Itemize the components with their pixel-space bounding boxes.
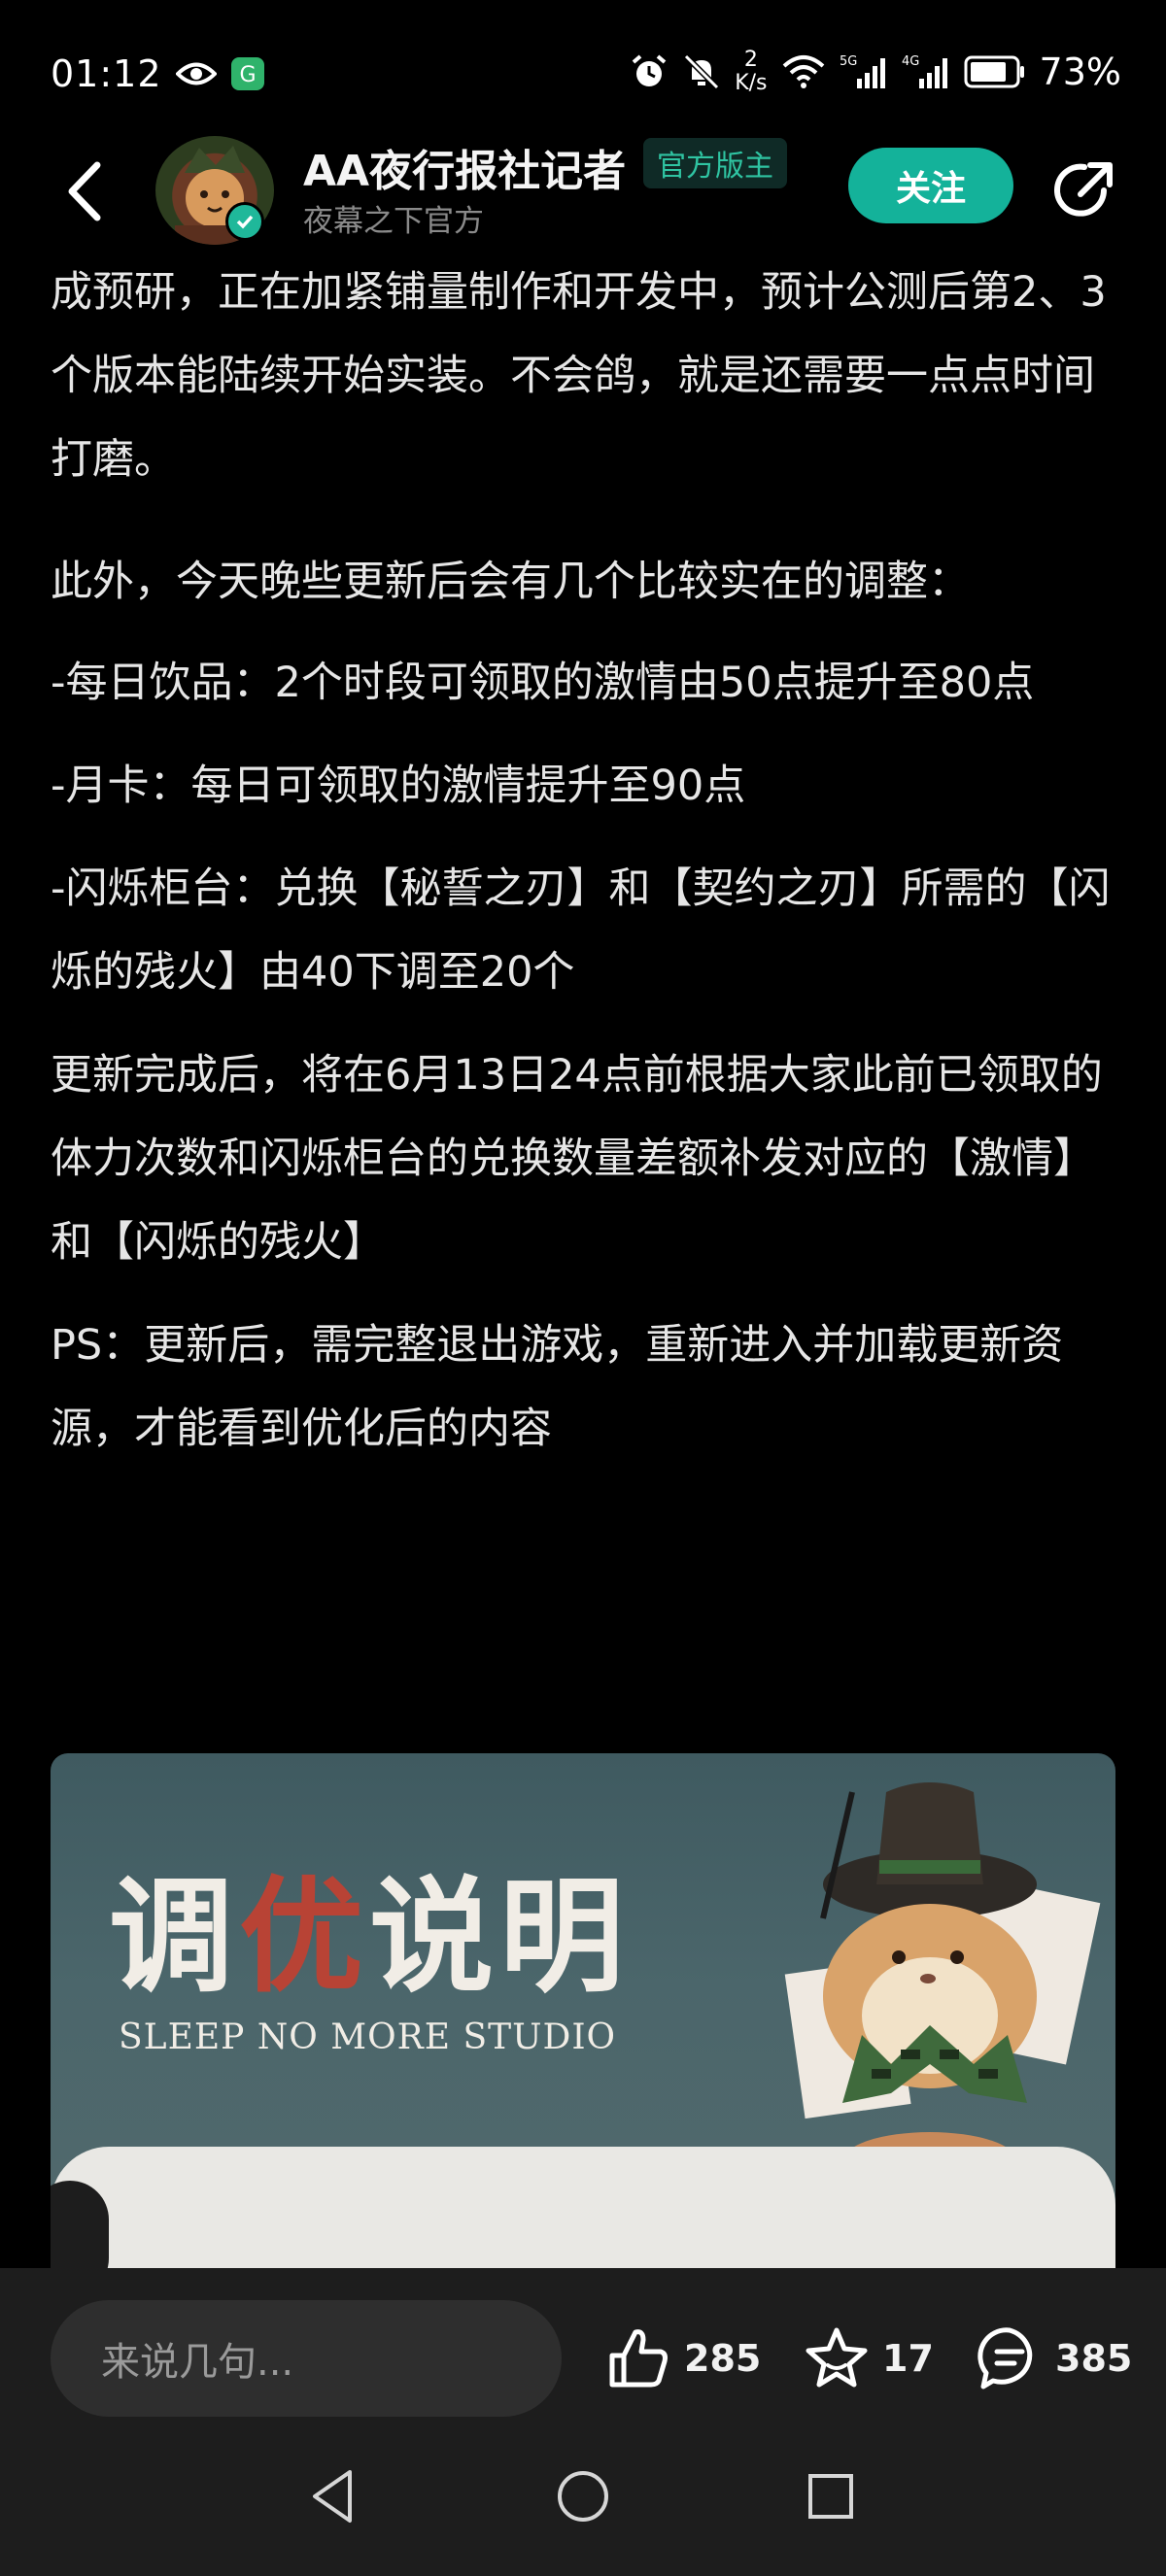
share-icon[interactable] (1049, 155, 1117, 223)
network-speed: 2 K/s (735, 49, 767, 95)
app-notification-icon: G (230, 57, 264, 90)
comment-bubble-icon (977, 2327, 1033, 2390)
article-list-item: -闪烁柜台：兑换【秘誓之刃】和【契约之刃】所需的【闪烁的残火】由40下调至20个 (51, 864, 1111, 997)
comment-input[interactable]: 来说几句... (51, 2300, 562, 2417)
hamster-mascot-illustration (784, 1782, 1101, 2190)
nav-back-icon[interactable] (301, 2462, 369, 2530)
article-paragraph: 此外，今天晚些更新后会有几个比较实在的调整： (51, 558, 970, 606)
article-body: 成预研，正在加紧铺量制作和开发中，预计公测后第2、3个版本能陆续开始实装。不会鸽… (51, 251, 1129, 1471)
banner-subtitle: SLEEP NO MORE STUDIO (119, 2017, 617, 2057)
like-button[interactable]: 285 (604, 2324, 761, 2392)
battery-icon (964, 55, 1024, 88)
article-list-item: -每日饮品：2个时段可领取的激情由50点提升至80点 (51, 659, 1035, 707)
follow-button[interactable]: 关注 (848, 148, 1013, 223)
signal-4g-label: 4G (902, 54, 919, 69)
star-icon (806, 2327, 868, 2388)
signal-5g-label: 5G (840, 54, 857, 69)
article-paragraph: PS：更新后，需完整退出游戏，重新进入并加载更新资源，才能看到优化后的内容 (51, 1321, 1064, 1453)
thumbs-up-icon (609, 2329, 668, 2388)
banner-title-accent: 优 (239, 1864, 370, 2010)
banner-title: 调优说明 (109, 1836, 630, 2016)
svg-text:G: G (239, 63, 256, 87)
author-name[interactable]: AA夜行报社记者 (303, 136, 626, 198)
status-right: 2 K/s 5G 4G 73% (630, 49, 1121, 95)
official-moderator-tag: 官方版主 (643, 138, 787, 188)
wifi-icon (782, 55, 824, 88)
status-time: 01:12 (51, 52, 162, 95)
signal-4g-icon: 4G (902, 54, 947, 88)
banner-title-part: 调 (109, 1864, 240, 2010)
favorite-button[interactable]: 17 (803, 2324, 934, 2392)
article-banner-image[interactable]: 调优说明 SLEEP NO MORE STUDIO (51, 1753, 1115, 2268)
banner-paper-panel (51, 2147, 1115, 2268)
author-subtitle: 夜幕之下官方 (303, 204, 484, 239)
signal-5g-icon: 5G (840, 54, 885, 88)
nav-recents-icon[interactable] (797, 2462, 865, 2530)
article-paragraph: 更新完成后，将在6月13日24点前根据大家此前已领取的体力次数和闪烁柜台的兑换数… (51, 1051, 1103, 1267)
network-speed-value: 2 (743, 48, 758, 72)
system-nav-bar (0, 2423, 1166, 2576)
comment-button[interactable]: 385 (976, 2324, 1132, 2392)
status-left: 01:12 G (51, 52, 265, 95)
verified-badge-icon (225, 202, 264, 241)
article-paragraph: 成预研，正在加紧铺量制作和开发中，预计公测后第2、3个版本能陆续开始实装。不会鸽… (51, 268, 1107, 484)
banner-title-part: 说明 (369, 1864, 631, 2010)
comment-count: 385 (1055, 2337, 1133, 2380)
network-speed-unit: K/s (735, 71, 768, 95)
eye-icon (175, 62, 217, 85)
favorite-count: 17 (882, 2337, 934, 2380)
battery-percent: 73% (1039, 51, 1121, 93)
post-header: AA夜行报社记者 官方版主 夜幕之下官方 关注 (0, 136, 1166, 253)
article-list-item: -月卡：每日可领取的激情提升至90点 (51, 762, 746, 810)
nav-home-icon[interactable] (549, 2462, 617, 2530)
status-bar: 01:12 G 2 K/s 5G 4G 73% (0, 0, 1166, 146)
back-arrow-icon[interactable] (60, 157, 109, 225)
mute-bell-icon (684, 53, 720, 90)
bottom-action-bar: 来说几句... 285 17 385 (0, 2268, 1166, 2423)
alarm-icon (632, 54, 667, 86)
like-count: 285 (684, 2337, 762, 2380)
